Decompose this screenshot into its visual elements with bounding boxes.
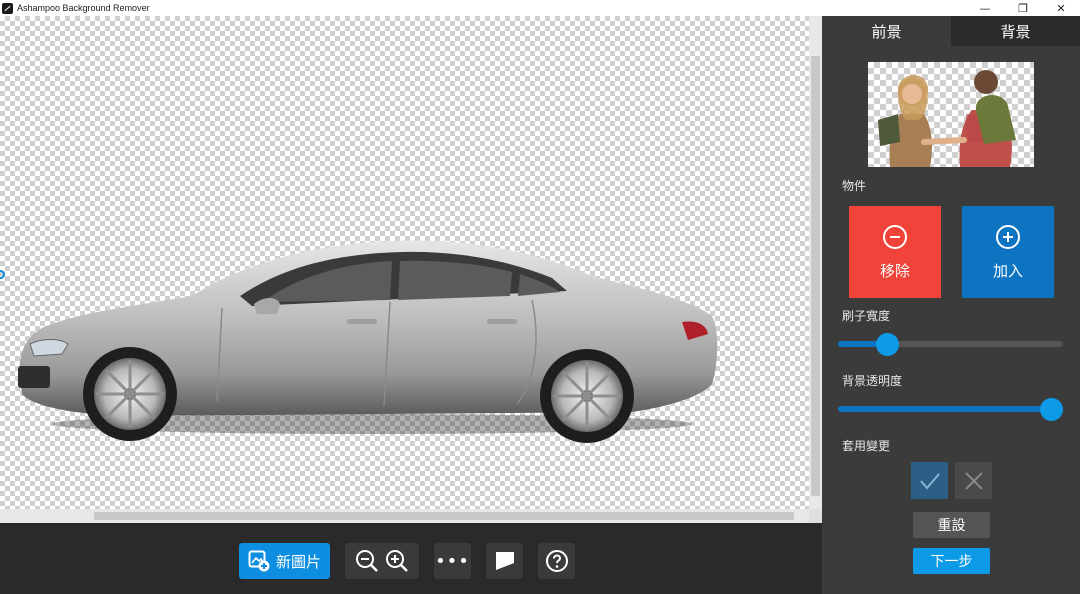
app-icon xyxy=(2,2,13,14)
more-icon: ••• xyxy=(435,550,470,572)
people-image xyxy=(878,70,1016,167)
apply-cancel-button[interactable] xyxy=(955,462,992,499)
title-bar: Ashampoo Background Remover — ❐ ✕ xyxy=(0,0,1080,16)
new-image-button[interactable]: 新圖片 xyxy=(239,543,330,579)
compare-icon xyxy=(495,552,514,570)
sidebar: 前景 背景 物件 移除 加入 刷子寬度 背景透明度 套用變更 重設 下一步 xyxy=(822,16,1080,594)
new-image-icon xyxy=(248,550,270,572)
brush-width-slider[interactable] xyxy=(838,333,1063,356)
canvas-area xyxy=(0,16,822,523)
help-button[interactable] xyxy=(538,543,575,579)
help-icon xyxy=(545,550,568,572)
close-icon: ✕ xyxy=(1056,1,1066,15)
canvas-edge-handle[interactable] xyxy=(0,270,5,279)
minus-circle-icon xyxy=(883,224,907,249)
new-image-label: 新圖片 xyxy=(275,552,321,571)
next-button[interactable]: 下一步 xyxy=(913,548,990,574)
brush-width-label: 刷子寬度 xyxy=(842,309,891,323)
car-image xyxy=(18,240,718,443)
zoom-in-icon[interactable] xyxy=(384,548,410,574)
tab-background[interactable]: 背景 xyxy=(951,16,1080,46)
add-label: 加入 xyxy=(992,261,1023,280)
cross-icon xyxy=(964,471,983,490)
horizontal-scrollbar[interactable] xyxy=(0,509,809,523)
restore-icon: ❐ xyxy=(1018,1,1028,15)
bottom-toolbar: 新圖片 ••• xyxy=(0,523,822,594)
compare-button[interactable] xyxy=(486,543,523,579)
vertical-scrollbar[interactable] xyxy=(809,16,822,509)
window-controls: — ❐ ✕ xyxy=(966,0,1080,16)
apply-changes-label: 套用變更 xyxy=(842,439,891,453)
tab-bar: 前景 背景 xyxy=(822,16,1080,46)
vertical-scroll-thumb[interactable] xyxy=(811,56,820,496)
bg-opacity-slider-knob[interactable] xyxy=(1040,398,1063,421)
tab-foreground[interactable]: 前景 xyxy=(822,16,951,46)
add-button[interactable]: 加入 xyxy=(962,206,1054,298)
bg-opacity-slider[interactable] xyxy=(838,398,1063,421)
object-section-label: 物件 xyxy=(842,179,867,193)
bg-opacity-slider-fill xyxy=(838,406,1052,412)
minimize-button[interactable]: — xyxy=(966,0,1004,16)
remove-label: 移除 xyxy=(879,261,910,280)
minimize-icon: — xyxy=(979,1,991,15)
zoom-out-icon[interactable] xyxy=(354,548,380,574)
apply-confirm-button[interactable] xyxy=(911,462,948,499)
remove-button[interactable]: 移除 xyxy=(849,206,941,298)
zoom-controls xyxy=(345,543,419,579)
check-icon xyxy=(919,472,940,490)
reset-button[interactable]: 重設 xyxy=(913,512,990,538)
close-button[interactable]: ✕ xyxy=(1042,0,1080,16)
horizontal-scroll-thumb[interactable] xyxy=(94,512,794,520)
more-button[interactable]: ••• xyxy=(434,543,471,579)
plus-circle-icon xyxy=(996,224,1020,249)
brush-width-slider-knob[interactable] xyxy=(876,333,899,356)
restore-button[interactable]: ❐ xyxy=(1004,0,1042,16)
scroll-corner xyxy=(809,509,822,523)
preview-thumbnail xyxy=(868,62,1034,167)
bg-opacity-label: 背景透明度 xyxy=(842,374,903,388)
window-title: Ashampoo Background Remover xyxy=(17,3,150,13)
image-canvas[interactable] xyxy=(0,16,809,509)
